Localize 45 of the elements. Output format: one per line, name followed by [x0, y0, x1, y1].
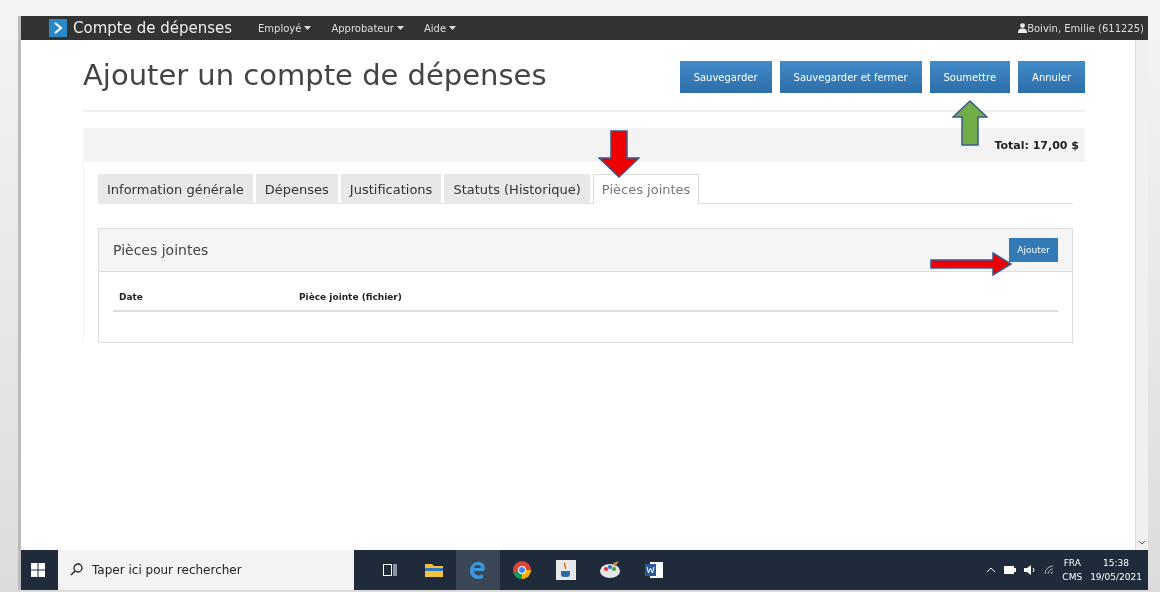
tab[interactable]: Pièces jointes — [592, 174, 700, 204]
column-header: Pièce jointe (fichier) — [299, 292, 402, 302]
task-view-icon[interactable] — [383, 564, 397, 576]
caret-icon — [304, 26, 312, 30]
caret-icon — [396, 26, 404, 30]
tab[interactable]: Justifications — [340, 174, 442, 204]
tab[interactable]: Dépenses — [255, 174, 338, 204]
windows-icon[interactable] — [31, 563, 45, 577]
up-arrow — [952, 100, 988, 146]
user-name[interactable]: Boivin, Emilie (611225) — [1027, 22, 1144, 34]
palette-icon[interactable] — [599, 561, 621, 579]
nav-menu[interactable]: Employé — [258, 22, 312, 34]
browser-icon[interactable] — [468, 560, 488, 580]
clock-date[interactable]: 19/05/2021 — [1090, 570, 1142, 584]
scroll-down-icon[interactable] — [1138, 540, 1146, 546]
caret-icon — [449, 26, 457, 30]
action-button[interactable]: Sauvegarder et fermer — [779, 61, 922, 93]
action-button[interactable]: Soumettre — [929, 61, 1011, 93]
logo-icon — [49, 19, 67, 37]
column-header: Date — [119, 292, 144, 302]
chrome-icon[interactable] — [512, 560, 532, 580]
page-title: Ajouter un compte de dépenses — [83, 58, 548, 92]
nav-menu[interactable]: Aide — [423, 22, 457, 34]
language-indicator[interactable]: FRA — [1063, 556, 1081, 570]
add-button[interactable]: Ajouter — [1009, 238, 1058, 262]
battery-icon[interactable] — [1004, 566, 1017, 574]
clock-time[interactable]: 15:38 — [1103, 556, 1130, 570]
panel-title: Pièces jointes — [113, 242, 210, 258]
action-button[interactable]: Annuler — [1018, 61, 1085, 93]
folder-icon[interactable] — [425, 563, 443, 577]
total-amount: Total: 17,00 $ — [994, 138, 1079, 152]
down-arrow — [598, 130, 640, 178]
speaker-icon[interactable] — [1024, 565, 1037, 575]
tab[interactable]: Statuts (Historique) — [444, 174, 590, 204]
chevron-up-icon[interactable] — [986, 567, 997, 573]
search-field[interactable]: Taper ici pour rechercher — [58, 550, 354, 590]
app-title[interactable]: Compte de dépenses — [73, 19, 233, 37]
word-icon[interactable] — [645, 562, 663, 578]
tab[interactable]: Information générale — [98, 174, 253, 204]
cup-icon[interactable] — [556, 560, 576, 580]
action-button[interactable]: Sauvegarder — [679, 61, 772, 93]
nav-menu[interactable]: Approbateur — [331, 22, 404, 34]
user-icon — [1018, 23, 1028, 33]
wifi-icon[interactable] — [1044, 565, 1055, 575]
keyboard-layout[interactable]: CMS — [1062, 570, 1083, 584]
